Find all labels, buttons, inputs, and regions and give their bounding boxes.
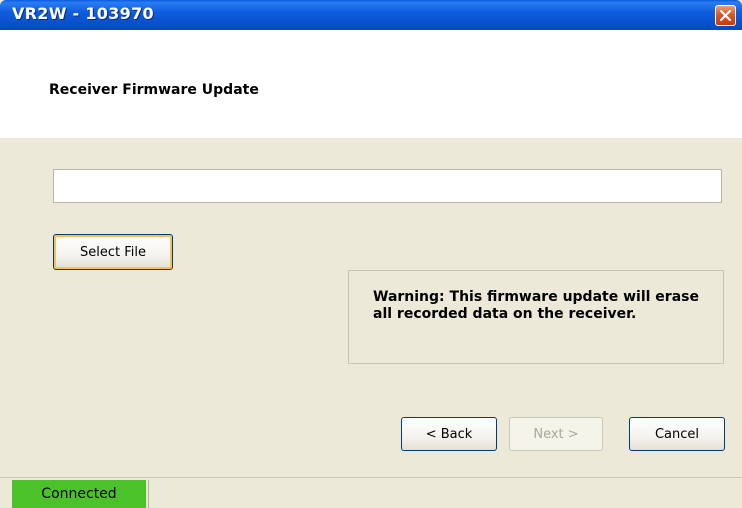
close-icon (720, 10, 731, 21)
warning-text: Warning: This firmware update will erase… (373, 289, 699, 322)
file-path-input[interactable] (53, 169, 722, 203)
status-divider (148, 480, 149, 508)
back-button[interactable]: < Back (401, 417, 497, 451)
select-file-button[interactable]: Select File (53, 234, 173, 270)
dialog-window: VR2W - 103970 Receiver Firmware Update S… (0, 0, 742, 508)
wizard-header: Receiver Firmware Update (0, 30, 742, 138)
page-title: Receiver Firmware Update (49, 82, 259, 98)
warning-box: Warning: This firmware update will erase… (348, 270, 724, 364)
title-bar[interactable]: VR2W - 103970 (0, 0, 742, 30)
next-button[interactable]: Next > (509, 417, 603, 451)
close-button[interactable] (715, 5, 736, 26)
status-bar: Connected (0, 477, 742, 508)
window-title: VR2W - 103970 (12, 4, 154, 23)
cancel-button[interactable]: Cancel (629, 417, 725, 451)
connection-status: Connected (12, 480, 146, 508)
